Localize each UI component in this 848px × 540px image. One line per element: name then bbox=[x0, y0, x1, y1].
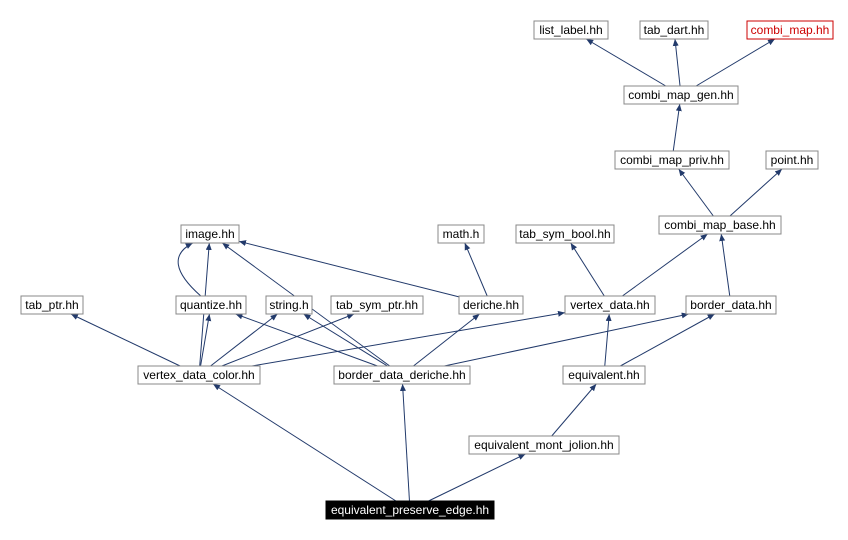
dependency-graph: list_label.hh tab_dart.hh combi_map.hhcomb… bbox=[0, 0, 848, 540]
node-label-combi_map_priv: combi_map_priv.hh bbox=[620, 153, 724, 167]
node-label-combi_map_base: combi_map_base.hh bbox=[664, 218, 775, 232]
edge-combi_map_priv-to-combi_map_gen bbox=[673, 104, 680, 151]
edge-equivalent-to-vertex_data bbox=[605, 314, 609, 366]
node-combi_map_gen[interactable]: combi_map_gen.hh bbox=[624, 86, 738, 104]
edge-vertex_data_color-to-tab_sym_ptr bbox=[222, 314, 354, 366]
edge-vertex_data_color-to-vertex_data bbox=[252, 313, 565, 366]
node-point[interactable]: point.hh bbox=[766, 151, 818, 169]
node-combi_map_priv[interactable]: combi_map_priv.hh bbox=[615, 151, 729, 169]
edge-combi_map_gen-to-tab_dart bbox=[675, 39, 680, 86]
node-image[interactable]: image.hh bbox=[181, 225, 239, 243]
node-label-border_data_deriche: border_data_deriche.hh bbox=[338, 368, 465, 382]
node-deriche[interactable]: deriche.hh bbox=[459, 296, 523, 314]
edge-equivalent-to-border_data bbox=[620, 314, 714, 366]
edge-equivalent_preserve_edge-to-equivalent_mont_jolion bbox=[429, 454, 526, 501]
edge-border_data_deriche-to-border_data bbox=[444, 314, 688, 366]
edge-combi_map_gen-to-combi_map bbox=[696, 39, 775, 86]
edge-border_data_deriche-to-string bbox=[304, 314, 388, 366]
node-quantize[interactable]: quantize.hh bbox=[176, 296, 246, 314]
edge-quantize-to-image bbox=[178, 243, 201, 296]
edge-vertex_data_color-to-string bbox=[211, 314, 278, 366]
edge-border_data-to-combi_map_base bbox=[721, 234, 730, 296]
edge-deriche-to-math bbox=[465, 243, 487, 296]
node-label-equivalent: equivalent.hh bbox=[568, 368, 639, 382]
node-label-math: math.h bbox=[443, 227, 480, 241]
node-label-list_label: list_label.hh bbox=[539, 23, 602, 37]
node-equivalent_mont_jolion[interactable]: equivalent_mont_jolion.hh bbox=[469, 436, 619, 454]
node-label-point: point.hh bbox=[771, 153, 814, 167]
edge-combi_map_base-to-point bbox=[730, 169, 782, 216]
node-label-vertex_data_color: vertex_data_color.hh bbox=[143, 368, 254, 382]
node-vertex_data[interactable]: vertex_data.hh bbox=[565, 296, 655, 314]
edge-border_data_deriche-to-deriche bbox=[413, 314, 479, 366]
node-equivalent_preserve_edge[interactable]: equivalent_preserve_edge.hh bbox=[326, 501, 494, 519]
node-label-quantize: quantize.hh bbox=[180, 298, 242, 312]
node-tab_sym_bool[interactable]: tab_sym_bool.hh bbox=[516, 225, 614, 243]
node-label-tab_dart: tab_dart.hh bbox=[644, 23, 705, 37]
node-label-string: string.h bbox=[269, 298, 308, 312]
edge-vertex_data-to-tab_sym_bool bbox=[571, 243, 605, 296]
node-border_data[interactable]: border_data.hh bbox=[686, 296, 776, 314]
node-label-tab_sym_ptr: tab_sym_ptr.hh bbox=[336, 298, 418, 312]
node-label-tab_sym_bool: tab_sym_bool.hh bbox=[519, 227, 610, 241]
node-vertex_data_color[interactable]: vertex_data_color.hh bbox=[138, 366, 260, 384]
node-label-combi_map: combi_map.hh bbox=[751, 23, 830, 37]
node-list_label[interactable]: list_label.hh bbox=[534, 21, 608, 39]
edge-equivalent_preserve_edge-to-vertex_data_color bbox=[213, 384, 396, 501]
node-label-equivalent_mont_jolion: equivalent_mont_jolion.hh bbox=[474, 438, 613, 452]
node-tab_dart[interactable]: tab_dart.hh bbox=[640, 21, 708, 39]
node-label-tab_ptr: tab_ptr.hh bbox=[25, 298, 78, 312]
edge-border_data_deriche-to-quantize bbox=[236, 314, 378, 366]
edge-vertex_data_color-to-tab_ptr bbox=[71, 314, 180, 366]
node-equivalent[interactable]: equivalent.hh bbox=[563, 366, 645, 384]
node-border_data_deriche[interactable]: border_data_deriche.hh bbox=[334, 366, 470, 384]
edge-deriche-to-image bbox=[239, 241, 459, 297]
node-label-border_data: border_data.hh bbox=[690, 298, 771, 312]
node-label-equivalent_preserve_edge: equivalent_preserve_edge.hh bbox=[331, 503, 489, 517]
node-label-vertex_data: vertex_data.hh bbox=[570, 298, 649, 312]
edge-equivalent_preserve_edge-to-border_data_deriche bbox=[403, 384, 410, 501]
edge-equivalent_mont_jolion-to-equivalent bbox=[552, 384, 597, 436]
node-tab_sym_ptr[interactable]: tab_sym_ptr.hh bbox=[331, 296, 423, 314]
node-label-deriche: deriche.hh bbox=[463, 298, 519, 312]
edge-combi_map_base-to-combi_map_priv bbox=[679, 169, 714, 216]
node-math[interactable]: math.h bbox=[438, 225, 484, 243]
node-tab_ptr[interactable]: tab_ptr.hh bbox=[21, 296, 83, 314]
node-combi_map_base[interactable]: combi_map_base.hh bbox=[659, 216, 781, 234]
node-string[interactable]: string.h bbox=[266, 296, 312, 314]
node-label-combi_map_gen: combi_map_gen.hh bbox=[628, 88, 733, 102]
edge-vertex_data-to-combi_map_base bbox=[622, 234, 707, 296]
edge-combi_map_gen-to-list_label bbox=[586, 39, 666, 86]
node-label-image: image.hh bbox=[185, 227, 234, 241]
node-combi_map[interactable]: combi_map.hh bbox=[747, 21, 833, 39]
